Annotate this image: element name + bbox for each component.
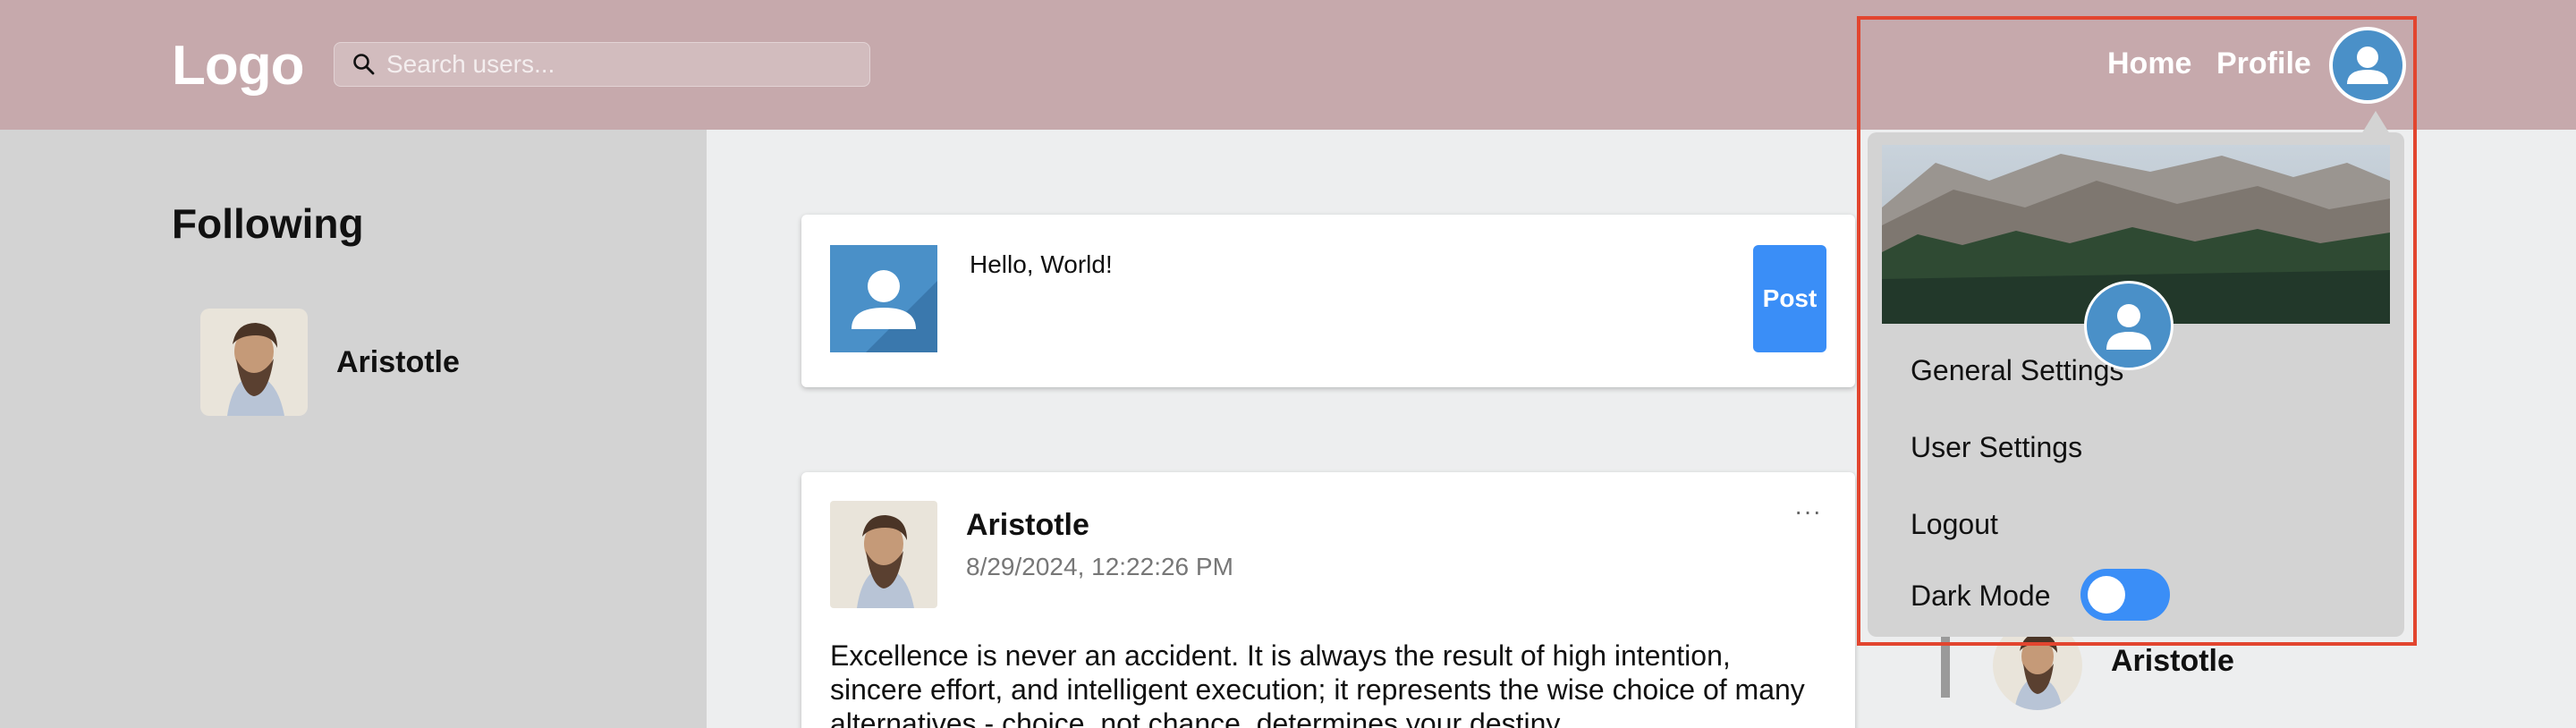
search-bar[interactable] [334,42,870,87]
search-icon [351,51,377,78]
user-icon [2347,47,2388,84]
post-button[interactable]: Post [1753,245,1826,352]
more-options-icon[interactable]: ··· [1794,497,1822,526]
logout-item[interactable]: Logout [1911,508,1998,541]
user-avatar-button[interactable] [2329,27,2406,104]
sidebar-title: Following [172,200,364,247]
post-body-text: Excellence is never an accident. It is a… [830,639,1805,728]
following-sidebar: Following Aristotle [0,130,707,728]
dark-mode-toggle[interactable] [2080,569,2170,621]
top-header: Logo Home Profile [0,0,2576,130]
search-input[interactable] [386,50,852,79]
dropdown-profile-avatar [2084,281,2174,370]
dropdown-pointer [2361,111,2390,134]
post-composer: Hello, World! Post [801,215,1855,387]
composer-avatar [830,245,937,352]
toggle-knob [2088,576,2125,614]
right-panel-name[interactable]: Aristotle [2111,644,2234,679]
post-card: Aristotle 8/29/2024, 12:22:26 PM ··· Exc… [801,472,1855,728]
nav-profile-link[interactable]: Profile [2216,47,2311,81]
post-author-avatar [830,501,937,608]
user-settings-item[interactable]: User Settings [1911,431,2082,464]
following-name: Aristotle [336,344,460,379]
aristotle-avatar [200,309,308,416]
composer-input[interactable]: Hello, World! [970,250,1113,279]
user-icon [852,270,937,352]
general-settings-item[interactable]: General Settings [1911,354,2123,387]
user-dropdown-menu: General Settings User Settings Logout Da… [1868,132,2404,637]
following-item[interactable]: Aristotle [200,309,460,416]
post-author-name[interactable]: Aristotle [966,508,1089,543]
dark-mode-label: Dark Mode [1911,580,2051,612]
logo[interactable]: Logo [172,34,304,97]
user-icon [2106,304,2151,350]
nav-home-link[interactable]: Home [2107,47,2191,81]
post-timestamp: 8/29/2024, 12:22:26 PM [966,553,1233,580]
